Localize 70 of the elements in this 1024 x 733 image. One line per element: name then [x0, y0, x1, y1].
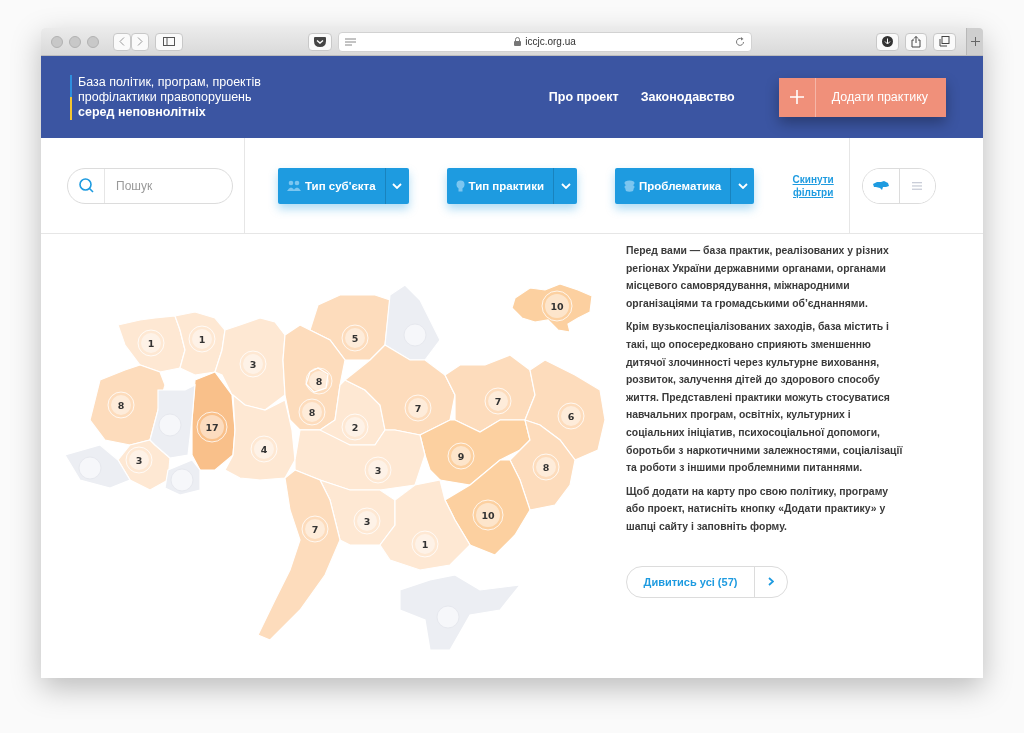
- address-bar[interactable]: iccjc.org.ua: [337, 31, 752, 52]
- pocket-button[interactable]: [307, 32, 332, 51]
- list-icon: [912, 181, 923, 190]
- region-marker: [78, 456, 102, 480]
- chevron-right-icon: [137, 37, 143, 46]
- region-count-marker[interactable]: 8: [107, 391, 135, 419]
- region-count-marker[interactable]: 10: [541, 290, 573, 322]
- sidebar-icon: [163, 37, 175, 46]
- region-marker: [158, 413, 182, 437]
- region-count-marker[interactable]: 1: [411, 530, 439, 558]
- region-count-marker[interactable]: 4: [250, 435, 278, 463]
- region-count-marker[interactable]: 1: [137, 329, 165, 357]
- logo-text[interactable]: профілактики правопорушень: [78, 89, 261, 105]
- region-count-marker[interactable]: 8: [305, 367, 333, 395]
- people-icon: [287, 180, 301, 191]
- share-icon: [911, 35, 921, 48]
- region-count-marker[interactable]: 5: [341, 324, 369, 352]
- region-count-marker[interactable]: 2: [341, 413, 369, 441]
- description-paragraph: Крім вузькоспеціалізованих заходів, база містить і такі, що опосередковано сприяють зменшенню дитячої злочинності через культурне виховання, розвиток, залучення дітей до здорового способу життя. Представлені практики можуть стосуватися навчальних програм, освітніх, культурних і соціальних ініціатив, психосоціальної допомоги, боротьби з наркотичними залежностями, соціалізації та роботи з іншими проблемними питаннями.: [626, 320, 904, 476]
- sidebar-button[interactable]: [155, 32, 183, 51]
- description-paragraph: Перед вами — база практик, реалізованих у різних регіонах України державними органами, органами місцевого самоврядування, міжнародними організаціями та громадськими об’єднаннями.: [626, 244, 890, 311]
- nav-link[interactable]: Законодавство: [640, 90, 735, 104]
- chevron-down-icon: [560, 182, 571, 189]
- region-marker: [436, 605, 460, 629]
- pocket-icon: [313, 36, 326, 47]
- region-count-marker[interactable]: 7: [301, 515, 329, 543]
- map-icon: [872, 180, 889, 191]
- region-count-marker[interactable]: 8: [532, 453, 560, 481]
- chevron-right-icon: [768, 577, 774, 586]
- region-count-marker[interactable]: 3: [353, 507, 381, 535]
- nav-link[interactable]: Про проект: [548, 90, 619, 104]
- lock-icon: [514, 37, 522, 46]
- plus-icon: [970, 37, 980, 46]
- zoom-button[interactable]: [87, 35, 99, 48]
- region-count-marker[interactable]: 17: [196, 411, 228, 443]
- region-count-marker[interactable]: 9: [447, 442, 475, 470]
- region-count-marker[interactable]: 7: [484, 387, 512, 415]
- search-icon: [78, 178, 94, 193]
- tabs-button[interactable]: [933, 32, 956, 51]
- download-icon: [882, 36, 893, 47]
- tabs-icon: [939, 36, 950, 47]
- reader-icon[interactable]: [344, 37, 356, 46]
- logo-text[interactable]: серед неповнолітніх: [78, 104, 261, 120]
- region-count-marker[interactable]: 1: [188, 325, 216, 353]
- chevron-down-icon: [392, 182, 403, 189]
- forward-button[interactable]: [131, 32, 149, 51]
- share-button[interactable]: [905, 32, 927, 51]
- region-count-marker[interactable]: 10: [472, 499, 504, 531]
- view-toggle-option[interactable]: [898, 168, 935, 203]
- region-count-marker[interactable]: 3: [125, 446, 153, 474]
- description-paragraph: Щоб додати на карту про свою політику, програму або проект, натисніть кнопку «Додати практику» у шапці сайту і заповніть форму.: [626, 484, 889, 534]
- coins-icon: [624, 179, 635, 192]
- reload-icon[interactable]: [734, 36, 745, 47]
- back-button[interactable]: [113, 32, 131, 51]
- region-count-marker[interactable]: 6: [557, 402, 585, 430]
- region-count-marker[interactable]: 7: [404, 394, 432, 422]
- download-button[interactable]: [876, 32, 899, 51]
- minimize-button[interactable]: [69, 35, 81, 48]
- logo-text[interactable]: База політик, програм, проектів: [78, 74, 261, 90]
- chevron-down-icon: [737, 182, 748, 189]
- chevron-left-icon: [119, 37, 125, 46]
- region-count-marker[interactable]: 8: [298, 398, 326, 426]
- new-tab-button[interactable]: [966, 28, 983, 55]
- lightbulb-icon: [455, 179, 465, 192]
- plus-icon: [789, 90, 804, 104]
- region-count-marker[interactable]: 3: [239, 350, 267, 378]
- close-button[interactable]: [51, 35, 63, 48]
- region-count-marker[interactable]: 3: [364, 456, 392, 484]
- url-text: iccjc.org.ua: [525, 36, 576, 47]
- region-marker: [170, 468, 194, 492]
